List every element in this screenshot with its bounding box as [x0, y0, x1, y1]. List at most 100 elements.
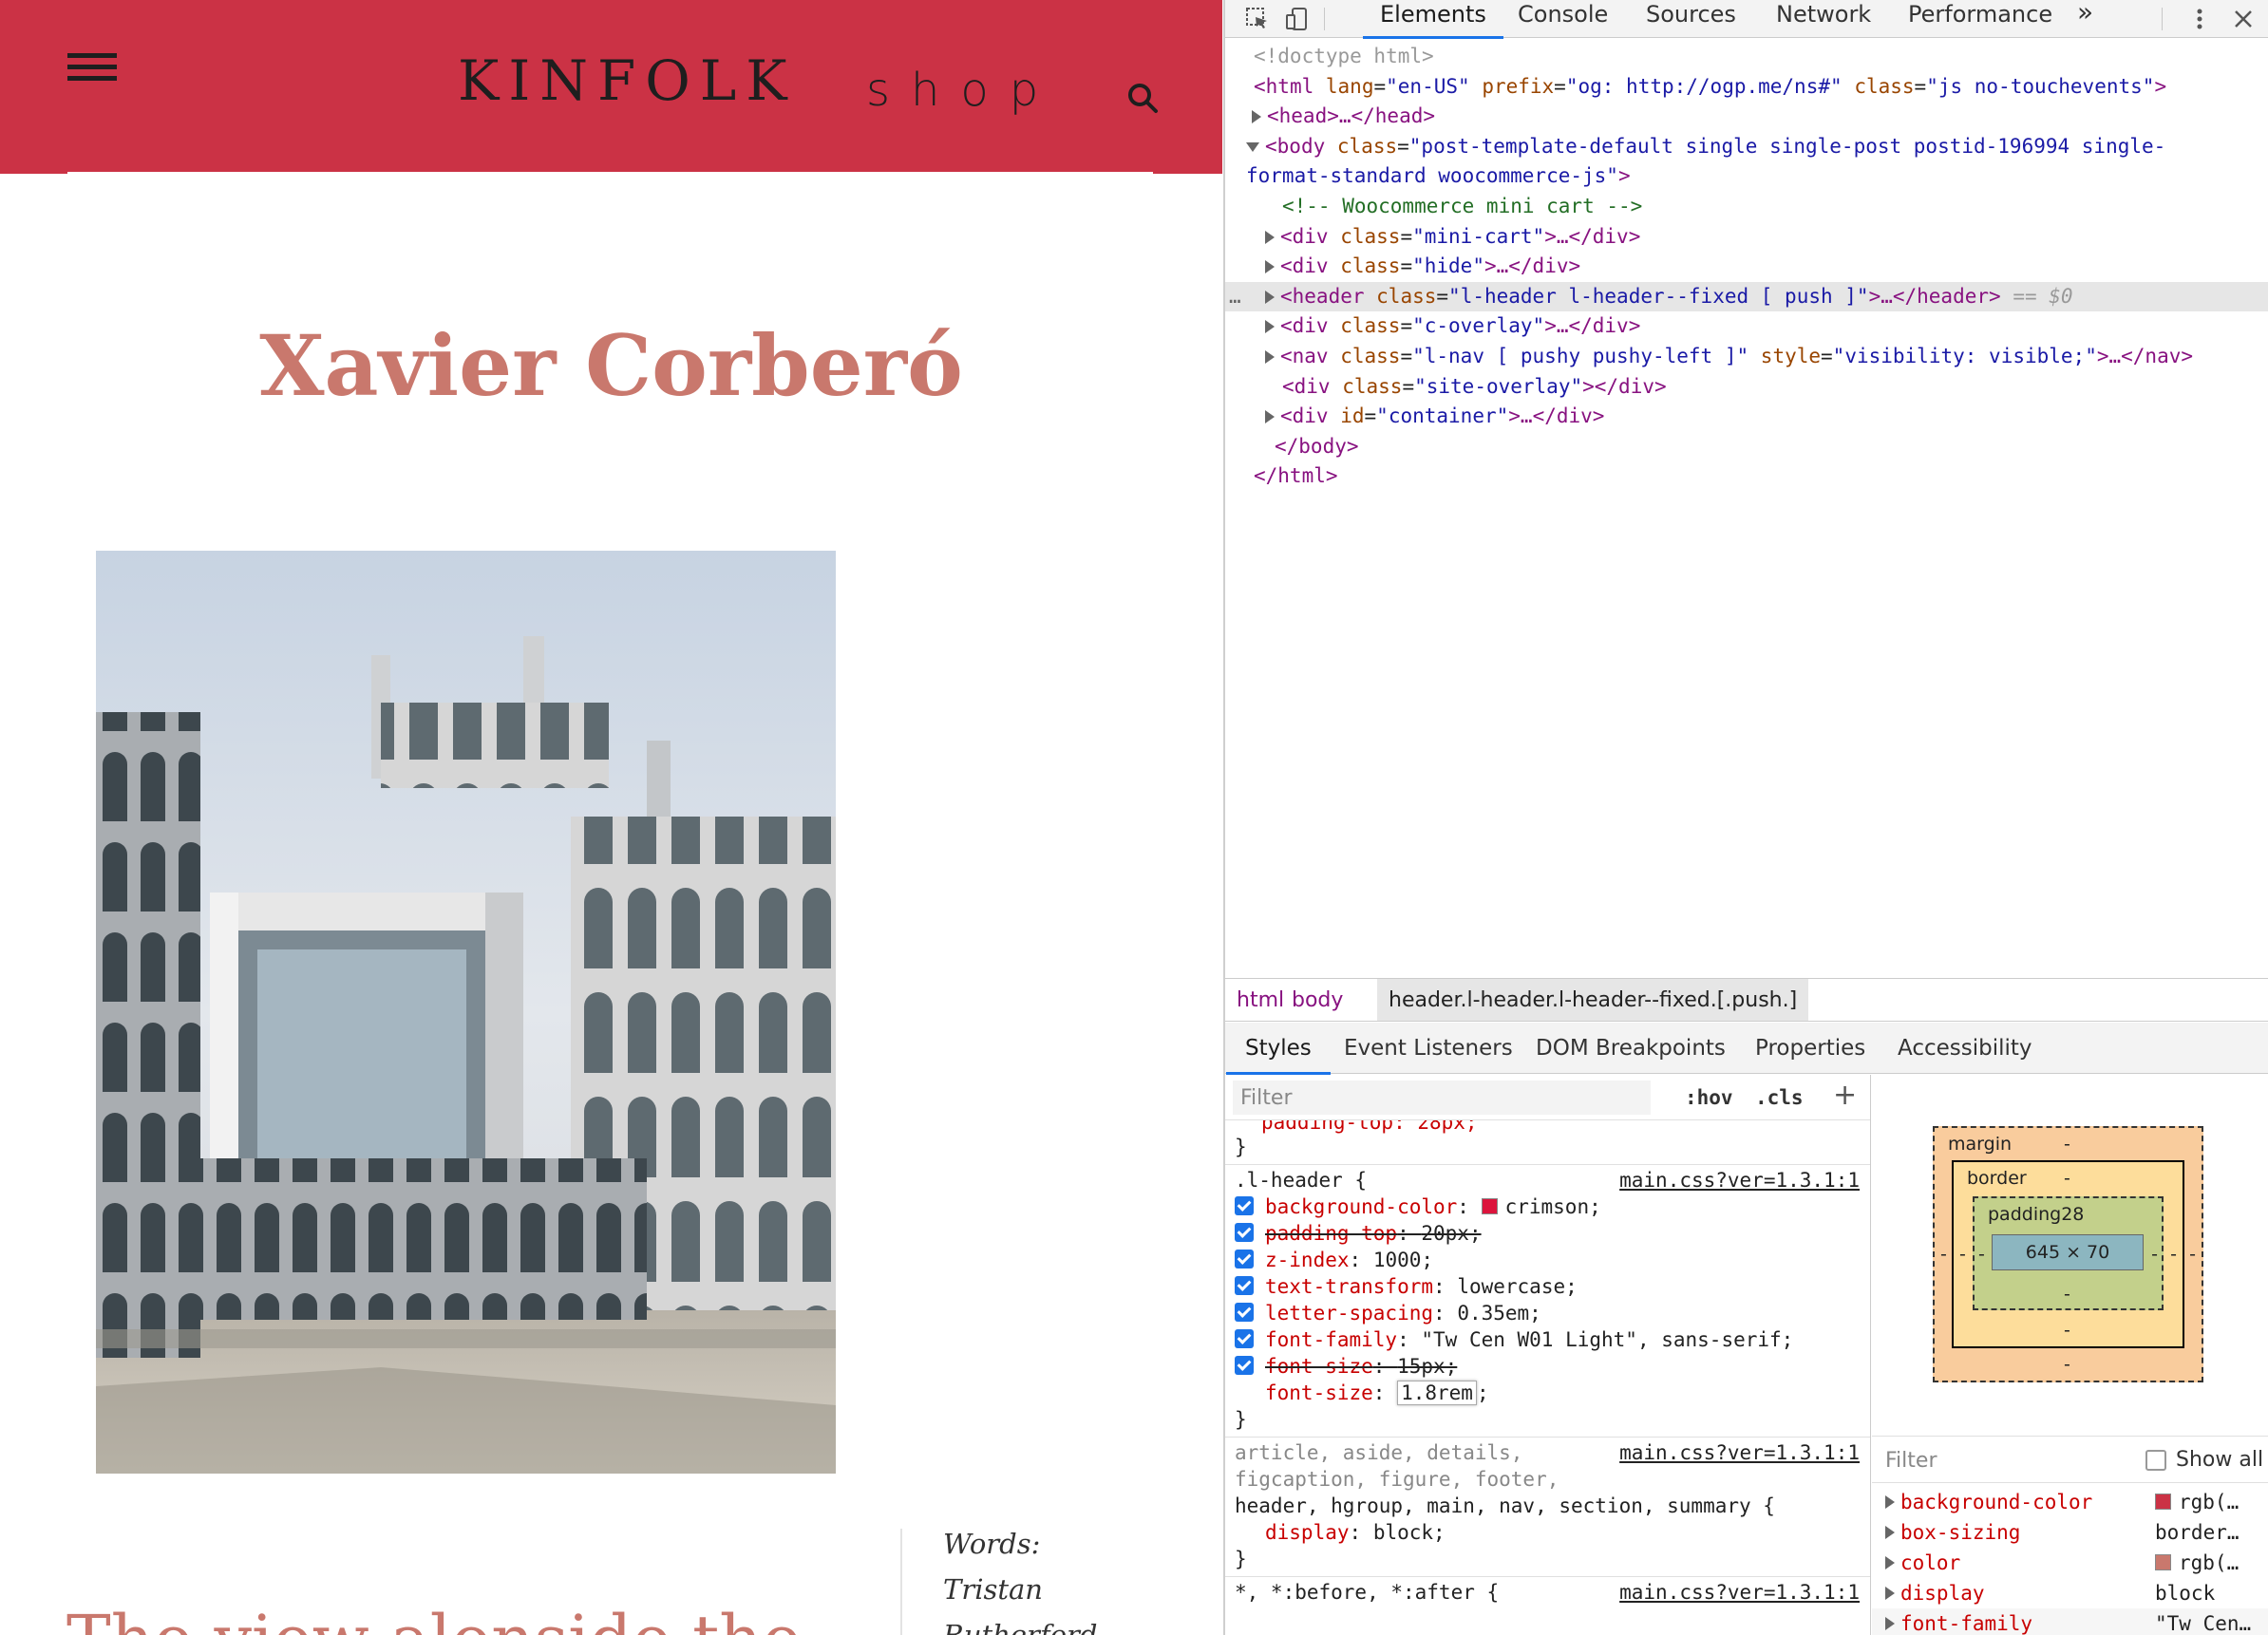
tab-properties[interactable]: Properties [1755, 1023, 1865, 1074]
computed-row[interactable]: box-sizing border… [1872, 1517, 2268, 1548]
close-icon[interactable] [2230, 6, 2257, 32]
computed-row[interactable]: display block [1872, 1578, 2268, 1608]
page-preview: KINFOLK shop Xavier Corberó Words: Trist… [0, 0, 1222, 1635]
computed-pane: margin - - - - border - - - - padding28 … [1872, 1075, 2268, 1635]
dom-node-doctype[interactable]: <!doctype html> [1225, 42, 2268, 72]
more-tabs-icon[interactable]: » [2077, 0, 2093, 38]
devtools-toolbar: Elements Console Sources Network Perform… [1225, 0, 2268, 39]
credit-author-last[interactable]: Rutherford [943, 1612, 1098, 1635]
style-rules: padding-top: 28px; } .l-header { main.css… [1225, 1120, 1870, 1609]
breadcrumb: html body header.l-header.l-header--fixe… [1225, 978, 2268, 1022]
show-all-label: Show all [2176, 1448, 2264, 1472]
rule-previous: padding-top: 28px; } [1225, 1120, 1870, 1165]
dom-tree: <!doctype html> <html lang="en-US" prefi… [1225, 42, 2268, 492]
tab-accessibility[interactable]: Accessibility [1898, 1023, 2032, 1074]
checkbox-checked-icon[interactable] [1235, 1329, 1254, 1348]
dom-node-html-close[interactable]: </html> [1225, 461, 2268, 492]
dom-node-comment[interactable]: <!-- Woocommerce mini cart --> [1225, 192, 2268, 222]
site-header: KINFOLK shop [0, 0, 1222, 174]
expand-triangle-icon[interactable] [1265, 230, 1275, 244]
decl-display[interactable]: display: block; [1225, 1519, 1870, 1546]
tab-styles[interactable]: Styles [1226, 1023, 1331, 1075]
dom-node-head[interactable]: <head>…</head> [1225, 102, 2268, 132]
dom-node-hide[interactable]: <div class="hide">…</div> [1225, 252, 2268, 282]
new-rule-icon[interactable]: + [1833, 1077, 1857, 1115]
tab-dom-breakpoints[interactable]: DOM Breakpoints [1536, 1023, 1726, 1074]
rule-selector[interactable]: article, aside, details, [1235, 1441, 1522, 1464]
decl-font-family[interactable]: font-family: "Tw Cen W01 Light", sans-se… [1225, 1326, 1870, 1353]
rule-source-link[interactable]: main.css?ver=1.3.1:1 [1619, 1439, 1860, 1466]
value-editor-input[interactable]: 1.8rem [1397, 1381, 1477, 1405]
checkbox-checked-icon[interactable] [1235, 1276, 1254, 1295]
expand-triangle-icon[interactable] [1265, 290, 1275, 304]
dom-node-html[interactable]: <html lang="en-US" prefix="og: http://og… [1225, 72, 2268, 103]
expand-triangle-icon[interactable] [1265, 260, 1275, 274]
credit-author-first[interactable]: Tristan [943, 1567, 1043, 1612]
computed-filter-input[interactable] [1880, 1444, 2126, 1476]
rule-selector[interactable]: *, *:before, *:after { [1235, 1581, 1499, 1604]
rule-source-link[interactable]: main.css?ver=1.3.1:1 [1619, 1167, 1860, 1193]
kebab-menu-icon[interactable] [2186, 6, 2213, 32]
tab-network[interactable]: Network [1776, 0, 1871, 38]
collapse-triangle-icon[interactable] [1246, 141, 1259, 152]
styles-filter-input[interactable] [1233, 1081, 1651, 1115]
styles-subtabs: Styles Event Listeners DOM Breakpoints P… [1225, 1023, 2268, 1075]
dom-node-mini-cart[interactable]: <div class="mini-cart">…</div> [1225, 222, 2268, 253]
hover-state-toggle[interactable]: :hov [1685, 1082, 1733, 1113]
rule-source-link[interactable]: main.css?ver=1.3.1:1 [1619, 1579, 1860, 1606]
dom-node-overlay[interactable]: <div class="c-overlay">…</div> [1225, 311, 2268, 342]
rule-selector[interactable]: .l-header { [1235, 1169, 1367, 1192]
dom-node-header-selected[interactable]: … <header class="l-header l-header--fixed… [1225, 281, 2268, 312]
rule-l-header: .l-header { main.css?ver=1.3.1:1 backgrou… [1225, 1165, 1870, 1438]
expand-triangle-icon[interactable] [1265, 410, 1275, 424]
tab-elements[interactable]: Elements [1363, 0, 1503, 39]
computed-row[interactable]: color rgb(… [1872, 1548, 2268, 1578]
devtools-panel: Elements Console Sources Network Perform… [1223, 0, 2268, 1635]
box-model-content[interactable]: 645 × 70 [1992, 1234, 2144, 1270]
decl-font-size-old[interactable]: font-size: 15px; [1225, 1353, 1870, 1380]
color-swatch-icon[interactable] [1481, 1197, 1498, 1214]
article-title: Xavier Corberó [259, 316, 963, 415]
box-model-diagram[interactable]: margin - - - - border - - - - padding28 … [1933, 1126, 2203, 1382]
decl-background-color[interactable]: background-color: crimson; [1225, 1193, 1870, 1220]
class-toggle[interactable]: .cls [1755, 1082, 1804, 1113]
brand-logo[interactable]: KINFOLK [458, 47, 797, 114]
checkbox-checked-icon[interactable] [1235, 1250, 1254, 1269]
decl-letter-spacing[interactable]: letter-spacing: 0.35em; [1225, 1300, 1870, 1326]
credit-label: Words: [943, 1528, 1041, 1560]
dom-node-body-close[interactable]: </body> [1225, 432, 2268, 462]
hero-image [96, 551, 836, 1474]
tab-sources[interactable]: Sources [1646, 0, 1736, 38]
rule-block-elements: article, aside, details, main.css?ver=1.3… [1225, 1438, 1870, 1577]
dom-node-site-overlay[interactable]: <div class="site-overlay"></div> [1225, 372, 2268, 403]
dom-node-container[interactable]: <div id="container">…</div> [1225, 402, 2268, 432]
decl-z-index[interactable]: z-index: 1000; [1225, 1247, 1870, 1273]
tab-performance[interactable]: Performance [1908, 0, 2052, 38]
decl-padding-top[interactable]: padding-top: 20px; [1225, 1220, 1870, 1247]
shop-link[interactable]: shop [866, 57, 1059, 123]
menu-icon[interactable] [67, 53, 117, 84]
inspect-element-icon[interactable] [1244, 6, 1271, 32]
decl-font-size-editing[interactable]: font-size: 1.8rem; [1225, 1380, 1870, 1406]
show-all-checkbox[interactable] [2145, 1450, 2166, 1471]
tab-event-listeners[interactable]: Event Listeners [1344, 1023, 1513, 1074]
device-toggle-icon[interactable] [1284, 6, 1311, 32]
tab-console[interactable]: Console [1518, 0, 1608, 38]
search-icon[interactable] [1126, 82, 1159, 114]
expand-triangle-icon[interactable] [1252, 110, 1261, 124]
checkbox-checked-icon[interactable] [1235, 1223, 1254, 1242]
expand-triangle-icon[interactable] [1265, 320, 1275, 334]
decl-text-transform[interactable]: text-transform: lowercase; [1225, 1273, 1870, 1300]
dom-node-nav[interactable]: <nav class="l-nav [ pushy pushy-left ]" … [1225, 342, 2268, 372]
breadcrumb-body[interactable]: body [1280, 979, 1354, 1021]
article-teaser: The view alonside the [66, 1601, 802, 1635]
checkbox-checked-icon[interactable] [1235, 1303, 1254, 1322]
dom-node-body[interactable]: <body class="post-template-default singl… [1225, 132, 2268, 192]
credit-divider [900, 1529, 902, 1635]
checkbox-checked-icon[interactable] [1235, 1356, 1254, 1375]
checkbox-checked-icon[interactable] [1235, 1196, 1254, 1215]
computed-row[interactable]: background-color rgb(… [1872, 1487, 2268, 1517]
breadcrumb-header[interactable]: header.l-header.l-header--fixed.[.push.] [1377, 979, 1809, 1021]
computed-row[interactable]: font-family "Tw Cen… [1872, 1608, 2268, 1635]
expand-triangle-icon[interactable] [1265, 349, 1275, 364]
